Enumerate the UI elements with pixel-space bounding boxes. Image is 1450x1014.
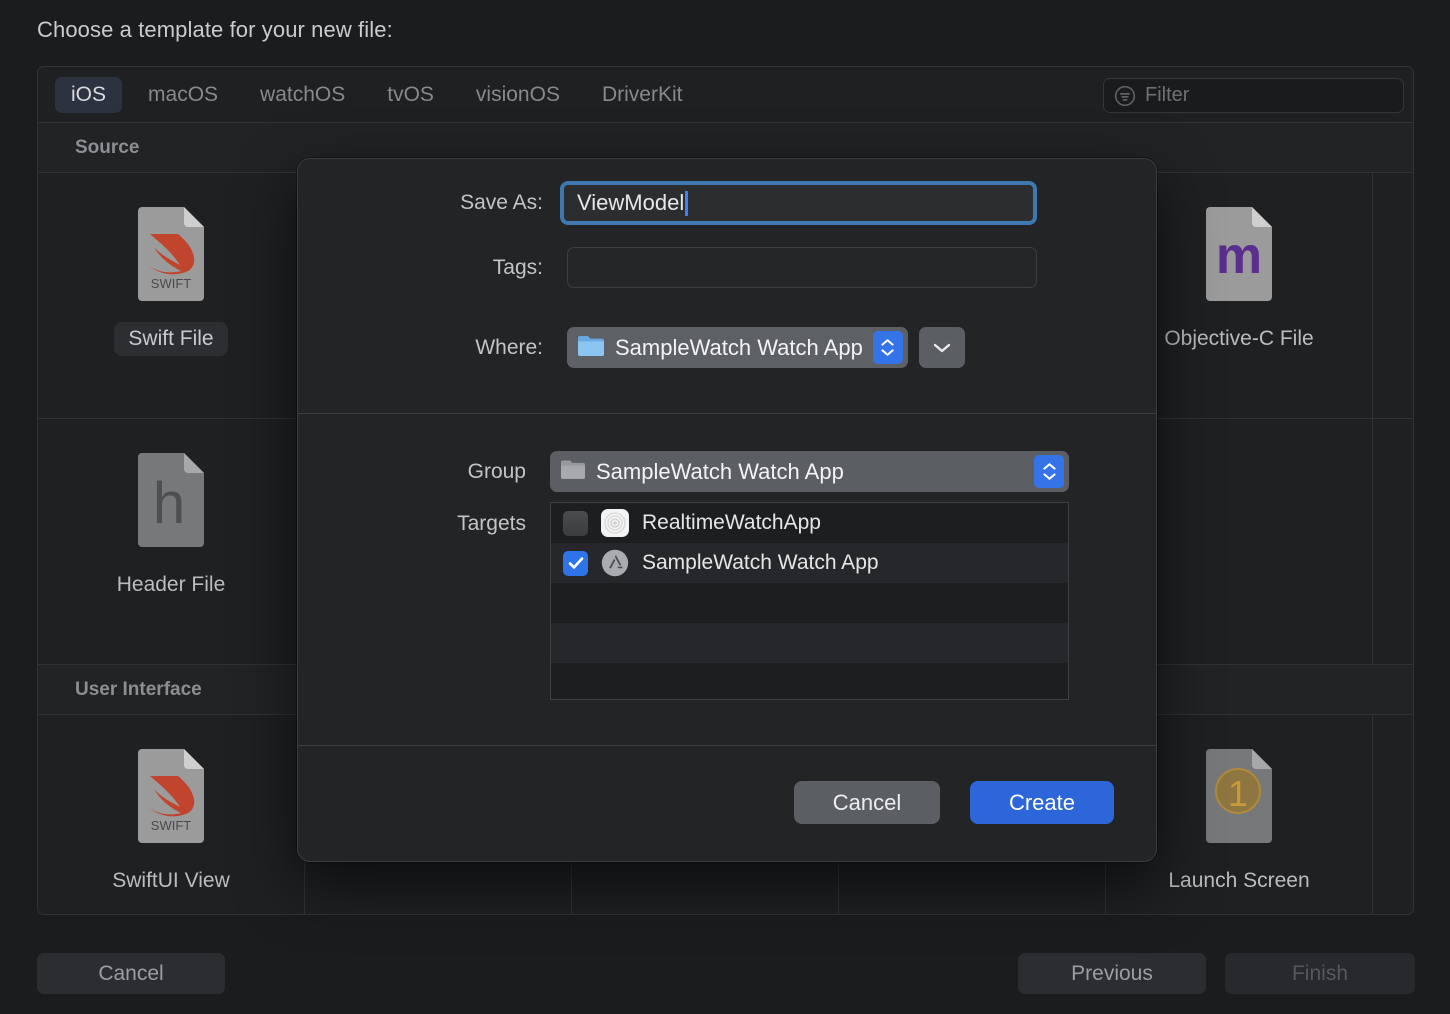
tab-watchos[interactable]: watchOS xyxy=(244,77,361,113)
save-sheet-middle-section: Group SampleWatch Watch App xyxy=(298,414,1156,745)
group-label: Group xyxy=(298,460,526,484)
finish-button: Finish xyxy=(1225,953,1415,994)
previous-button[interactable]: Previous xyxy=(1018,953,1206,994)
cancel-button[interactable]: Cancel xyxy=(37,953,225,994)
template-label: Header File xyxy=(103,568,240,602)
template-label: Launch Screen xyxy=(1154,864,1323,898)
svg-text:h: h xyxy=(153,471,185,536)
tab-ios[interactable]: iOS xyxy=(55,77,122,113)
targets-row: Targets Realt xyxy=(298,502,1156,700)
targets-list[interactable]: RealtimeWatchApp xyxy=(550,502,1069,700)
template-label: Objective-C File xyxy=(1150,322,1327,356)
objc-file-icon: m xyxy=(1204,207,1274,301)
target-label: SampleWatch Watch App xyxy=(642,551,879,575)
tab-visionos[interactable]: visionOS xyxy=(460,77,576,113)
group-row: Group SampleWatch Watch App xyxy=(298,451,1156,492)
appstore-target-icon xyxy=(601,549,629,577)
group-value: SampleWatch Watch App xyxy=(596,459,844,485)
target-checkbox[interactable] xyxy=(563,511,588,536)
table-row[interactable]: SampleWatch Watch App xyxy=(551,543,1068,583)
chevron-down-icon xyxy=(933,343,951,353)
template-header-file[interactable]: h Header File xyxy=(38,419,305,664)
swift-file-icon: SWIFT xyxy=(136,749,206,843)
folder-icon xyxy=(577,333,605,362)
watch-target-icon xyxy=(601,509,629,537)
table-row-empty xyxy=(551,623,1068,663)
xcode-new-file-window: Choose a template for your new file: iOS… xyxy=(0,0,1450,1014)
tags-row: Tags: xyxy=(298,247,1156,288)
svg-text:SWIFT: SWIFT xyxy=(151,276,191,291)
svg-text:1: 1 xyxy=(1228,773,1248,814)
svg-text:m: m xyxy=(1216,227,1262,285)
template-label: Swift File xyxy=(114,322,227,356)
where-popup-button[interactable]: SampleWatch Watch App xyxy=(567,327,908,368)
where-expand-button[interactable] xyxy=(919,327,965,368)
table-row-empty xyxy=(551,583,1068,623)
folder-icon xyxy=(560,458,586,485)
filter-field[interactable]: Filter xyxy=(1103,78,1404,113)
svg-text:SWIFT: SWIFT xyxy=(151,818,191,833)
filter-placeholder: Filter xyxy=(1145,84,1189,107)
where-label: Where: xyxy=(298,336,543,360)
header-file-icon: h xyxy=(136,453,206,547)
save-sheet-top-section: Save As: ViewModel Tags: Where: xyxy=(298,159,1156,413)
save-file-sheet: Save As: ViewModel Tags: Where: xyxy=(297,158,1157,862)
where-value: SampleWatch Watch App xyxy=(615,335,863,361)
template-label: SwiftUI View xyxy=(98,864,243,898)
tab-tvos[interactable]: tvOS xyxy=(371,77,450,113)
save-as-value: ViewModel xyxy=(577,190,684,216)
save-as-label: Save As: xyxy=(298,191,543,215)
chevron-up-icon xyxy=(1043,463,1056,470)
checkmark-icon xyxy=(567,554,585,572)
chevron-up-icon xyxy=(881,339,894,346)
filter-icon xyxy=(1114,85,1136,107)
targets-label: Targets xyxy=(298,502,526,536)
save-sheet-button-bar: Cancel Create xyxy=(298,746,1156,862)
table-row[interactable]: RealtimeWatchApp xyxy=(551,503,1068,543)
page-title: Choose a template for your new file: xyxy=(37,17,393,43)
sheet-create-button[interactable]: Create xyxy=(970,781,1114,824)
target-label: RealtimeWatchApp xyxy=(642,511,821,535)
chevron-down-icon xyxy=(881,349,894,356)
save-as-row: Save As: ViewModel xyxy=(298,181,1156,225)
target-checkbox[interactable] xyxy=(563,551,588,576)
tab-driverkit[interactable]: DriverKit xyxy=(586,77,699,113)
tags-input[interactable] xyxy=(567,247,1037,288)
template-swift-file[interactable]: SWIFT Swift File xyxy=(38,173,305,418)
where-stepper[interactable] xyxy=(873,331,903,364)
save-as-input[interactable]: ViewModel xyxy=(560,181,1037,225)
group-popup-button[interactable]: SampleWatch Watch App xyxy=(550,451,1069,492)
template-swiftui-view[interactable]: SWIFT SwiftUI View xyxy=(38,715,305,915)
text-caret xyxy=(685,191,688,216)
swift-file-icon: SWIFT xyxy=(136,207,206,301)
platform-tabbar: iOS macOS watchOS tvOS visionOS DriverKi… xyxy=(38,67,1413,123)
tab-macos[interactable]: macOS xyxy=(132,77,234,113)
chevron-down-icon xyxy=(1043,473,1056,480)
tags-label: Tags: xyxy=(298,256,543,280)
launch-screen-icon: 1 xyxy=(1204,749,1274,843)
table-row-empty xyxy=(551,663,1068,700)
sheet-cancel-button[interactable]: Cancel xyxy=(794,781,940,824)
where-row: Where: SampleWatch Watch App xyxy=(298,327,1156,368)
group-stepper[interactable] xyxy=(1034,455,1064,488)
